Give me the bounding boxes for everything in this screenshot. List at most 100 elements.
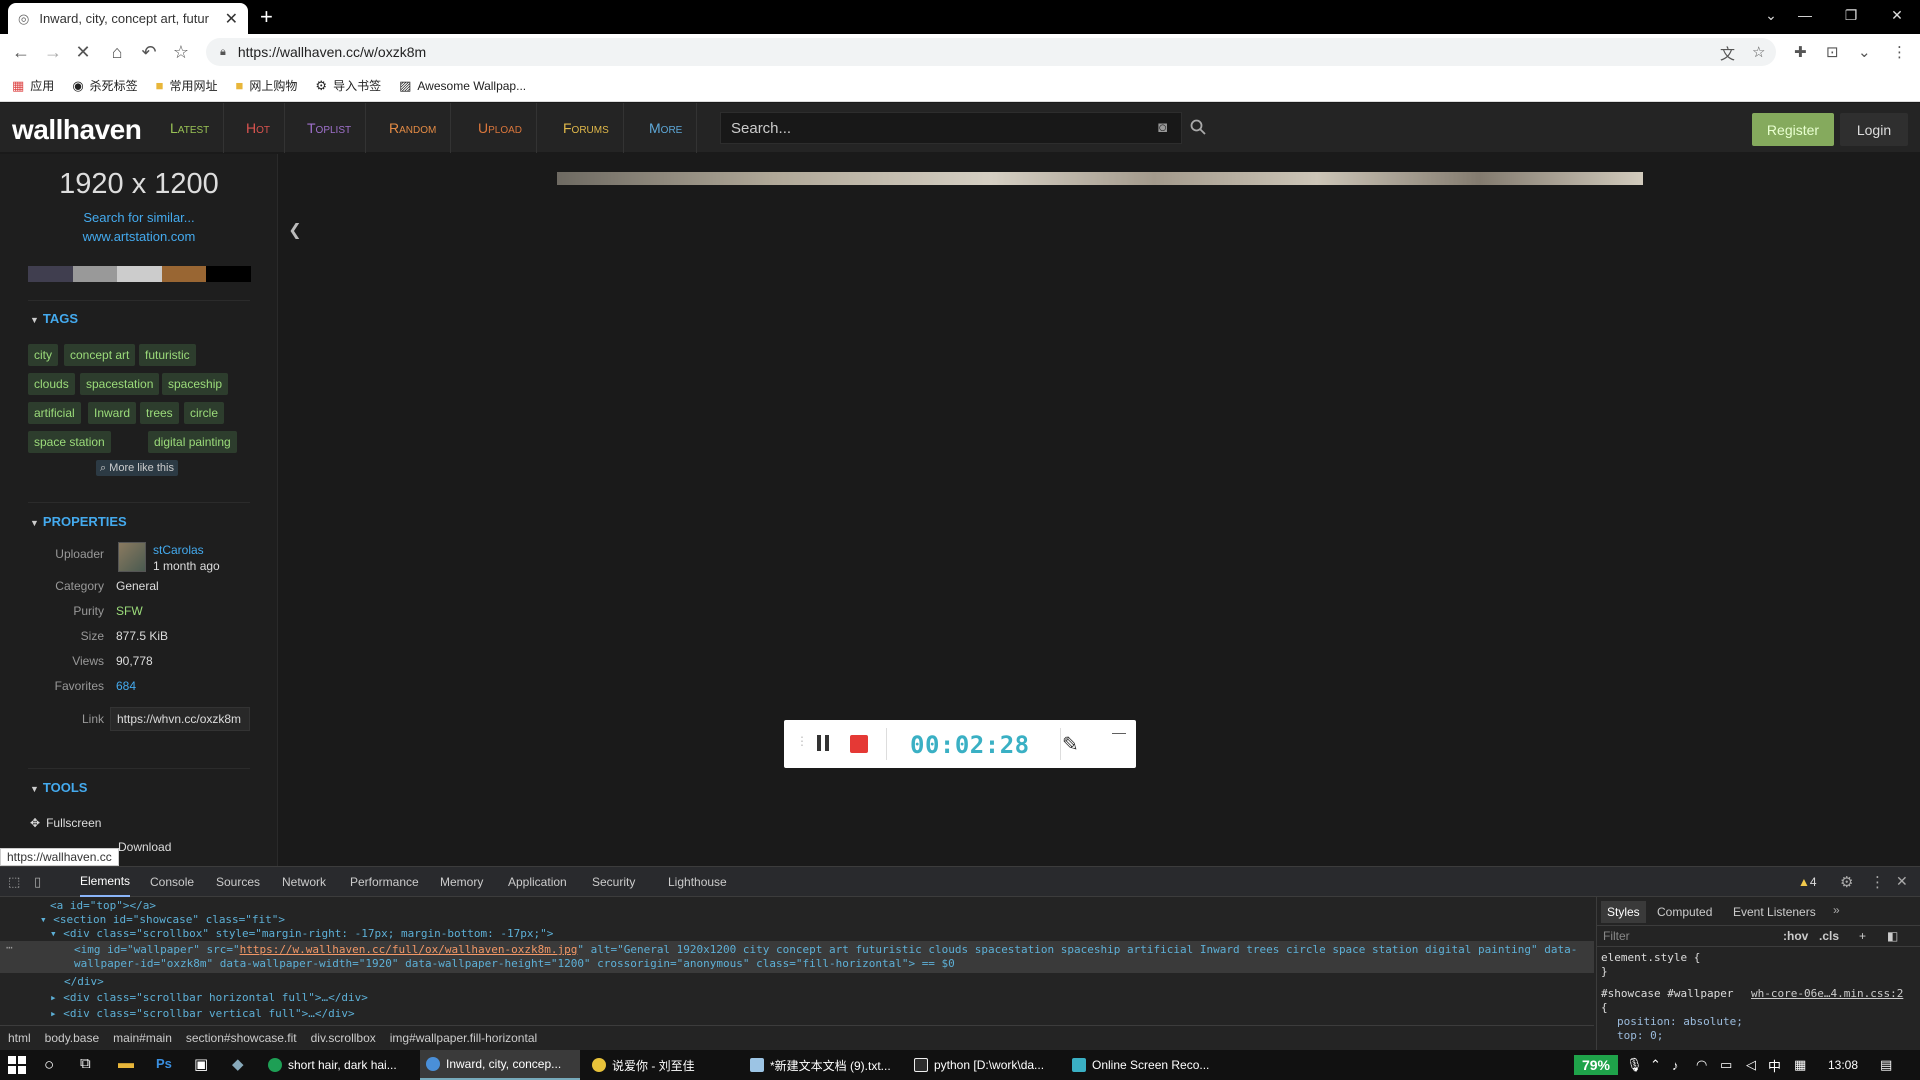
search-icon[interactable] xyxy=(1190,119,1206,135)
tag-space-station[interactable]: space station xyxy=(28,431,111,453)
style-declaration[interactable]: position: absolute; xyxy=(1617,1015,1743,1028)
stop-loading-icon[interactable]: ✕ xyxy=(72,41,94,63)
visual-studio-icon[interactable]: ◆ xyxy=(232,1055,244,1073)
nav-random[interactable]: Random xyxy=(375,103,452,153)
devtools-tab-security[interactable]: Security xyxy=(592,867,635,897)
search-input[interactable]: Search... xyxy=(720,112,1182,144)
devtools-tab-network[interactable]: Network xyxy=(282,867,326,897)
register-button[interactable]: Register xyxy=(1752,113,1834,146)
chevron-down-icon[interactable]: ⌄ xyxy=(1858,43,1871,61)
tag-trees[interactable]: trees xyxy=(140,402,179,424)
palette-color-3[interactable] xyxy=(117,266,162,282)
tag-concept-art[interactable]: concept art xyxy=(64,344,136,366)
img-src-link[interactable]: https://w.wallhaven.cc/full/ox/wallhaven… xyxy=(240,943,578,956)
battery-percentage[interactable]: 79% xyxy=(1574,1055,1618,1075)
styles-tab[interactable]: Styles xyxy=(1601,901,1646,923)
photoshop-icon[interactable]: Ps xyxy=(156,1056,172,1071)
devtools-tab-application[interactable]: Application xyxy=(508,867,567,897)
battery-icon[interactable]: ▭ xyxy=(1720,1050,1732,1080)
mic-icon[interactable]: 🎙︎ xyxy=(1626,1050,1643,1080)
tab-close-icon[interactable]: ✕ xyxy=(225,9,238,29)
tag-digital-painting[interactable]: digital painting xyxy=(148,431,237,453)
bookmark-apps[interactable]: ▦ 应用 xyxy=(12,77,54,94)
computed-tab[interactable]: Computed xyxy=(1651,901,1718,923)
minimize-widget-icon[interactable]: — xyxy=(1112,724,1126,740)
dom-node[interactable]: </div> xyxy=(64,975,104,988)
nav-latest[interactable]: Latest xyxy=(156,103,225,153)
properties-heading[interactable]: ▼ PROPERTIES xyxy=(30,514,127,529)
tag-circle[interactable]: circle xyxy=(184,402,225,424)
taskbar-app-notepad[interactable]: *新建文本文档 (9).txt... xyxy=(744,1050,902,1080)
nav-more[interactable]: More xyxy=(635,103,698,153)
uploader-name-link[interactable]: stCarolas xyxy=(153,543,204,557)
crop-icon[interactable]: ⊡ xyxy=(1826,43,1839,61)
menu-dots-icon[interactable]: ⋮ xyxy=(1892,43,1907,61)
translate-icon[interactable]: 文 xyxy=(1720,43,1735,64)
bookmark-folder-shopping[interactable]: ■ 网上购物 xyxy=(236,77,298,94)
tags-heading[interactable]: ▼ TAGS xyxy=(30,311,78,326)
nav-upload[interactable]: Upload xyxy=(464,103,538,153)
tag-artificial[interactable]: artificial xyxy=(28,402,81,424)
bookmark-import[interactable]: ⚙ 导入书签 xyxy=(315,77,381,94)
minimize-button[interactable]: — xyxy=(1782,0,1828,30)
task-view-icon[interactable]: ⧉ xyxy=(80,1055,91,1072)
device-toolbar-icon[interactable]: ▯ xyxy=(34,874,41,890)
breadcrumb-item[interactable]: section#showcase.fit xyxy=(186,1031,297,1045)
browser-tab-active[interactable]: ◎ Inward, city, concept art, futur ✕ xyxy=(8,3,248,34)
stylesheet-source-link[interactable]: wh-core-06e…4.min.css:2 xyxy=(1751,987,1903,1000)
extensions-icon[interactable]: ✚ xyxy=(1794,43,1807,61)
notification-icon[interactable]: ▤ xyxy=(1880,1050,1892,1080)
address-bar[interactable]: 🔒︎ https://wallhaven.cc/w/oxzk8m xyxy=(206,38,1776,66)
breadcrumb-item[interactable]: main#main xyxy=(113,1031,172,1045)
login-button[interactable]: Login xyxy=(1840,113,1908,146)
devtools-tab-console[interactable]: Console xyxy=(150,867,194,897)
tag-city[interactable]: city xyxy=(28,344,58,366)
tag-clouds[interactable]: clouds xyxy=(28,373,75,395)
undo-icon[interactable]: ↶ xyxy=(138,41,160,63)
bookmark-star-icon[interactable]: ☆ xyxy=(1752,43,1765,61)
keyboard-grid-icon[interactable]: ▦ xyxy=(1794,1050,1806,1080)
devtools-tab-lighthouse[interactable]: Lighthouse xyxy=(668,867,727,897)
dom-node[interactable]: <a id="top"></a> xyxy=(50,899,156,912)
breadcrumb-item[interactable]: img#wallpaper.fill-horizontal xyxy=(390,1031,537,1045)
taskbar-app-chrome-1[interactable]: short hair, dark hai... xyxy=(262,1050,414,1080)
resolution-title[interactable]: 1920 x 1200 xyxy=(0,168,278,201)
menu-dots-icon[interactable]: ⋮ xyxy=(1870,873,1885,891)
taskbar-app-chrome-2[interactable]: Inward, city, concep... xyxy=(420,1050,580,1080)
breadcrumb-item[interactable]: div.scrollbox xyxy=(311,1031,376,1045)
taskbar-app-music[interactable]: 说爱你 - 刘至佳 xyxy=(586,1050,738,1080)
palette-color-5[interactable] xyxy=(206,266,251,282)
chevron-left-icon[interactable]: ❮ xyxy=(284,218,306,242)
microphone-icon[interactable]: ♪ xyxy=(1672,1050,1679,1080)
warnings-badge[interactable]: ▲4 xyxy=(1798,875,1817,889)
search-similar-link[interactable]: Search for similar... xyxy=(0,210,278,225)
breadcrumb-item[interactable]: body.base xyxy=(45,1031,100,1045)
cls-toggle[interactable]: .cls xyxy=(1819,929,1839,943)
dom-node[interactable]: ▸ <div class="scrollbar vertical full">…… xyxy=(50,1007,355,1020)
dom-node[interactable]: ▸ <div class="scrollbar horizontal full"… xyxy=(50,991,368,1004)
tag-futuristic[interactable]: futuristic xyxy=(139,344,196,366)
short-link-field[interactable]: https://whvn.cc/oxzk8m xyxy=(110,707,250,731)
new-rule-icon[interactable]: + xyxy=(1859,929,1866,943)
nav-toplist[interactable]: Toplist xyxy=(293,103,367,153)
taskbar-app-screen-recorder[interactable]: Online Screen Reco... xyxy=(1066,1050,1224,1080)
palette-color-1[interactable] xyxy=(28,266,73,282)
avatar[interactable] xyxy=(118,542,146,572)
download-button[interactable]: Download xyxy=(118,840,171,854)
bookmark-awesome-wallpaper[interactable]: ▨ Awesome Wallpap... xyxy=(399,78,526,94)
back-arrow-icon[interactable]: ← xyxy=(10,41,32,63)
ime-indicator[interactable]: 中 xyxy=(1768,1050,1781,1080)
more-like-this-button[interactable]: ⌕ More like this xyxy=(96,460,178,476)
tag-inward[interactable]: Inward xyxy=(88,402,137,424)
bookmark-kill-tabs[interactable]: ◉ 杀死标签 xyxy=(72,77,137,94)
close-window-button[interactable]: ✕ xyxy=(1874,0,1920,30)
toggle-sidebar-icon[interactable]: ◧ xyxy=(1887,929,1898,943)
more-tabs-icon[interactable]: » xyxy=(1833,903,1840,917)
palette-color-4[interactable] xyxy=(161,266,207,282)
tools-heading[interactable]: ▼ TOOLS xyxy=(30,780,87,795)
star-bookmark-icon[interactable]: ☆ xyxy=(170,41,192,63)
hov-toggle[interactable]: :hov xyxy=(1783,929,1808,943)
styles-filter-input[interactable]: Filter :hov .cls + ◧ xyxy=(1597,925,1920,947)
devtools-tab-memory[interactable]: Memory xyxy=(440,867,483,897)
close-devtools-icon[interactable]: ✕ xyxy=(1896,873,1908,890)
